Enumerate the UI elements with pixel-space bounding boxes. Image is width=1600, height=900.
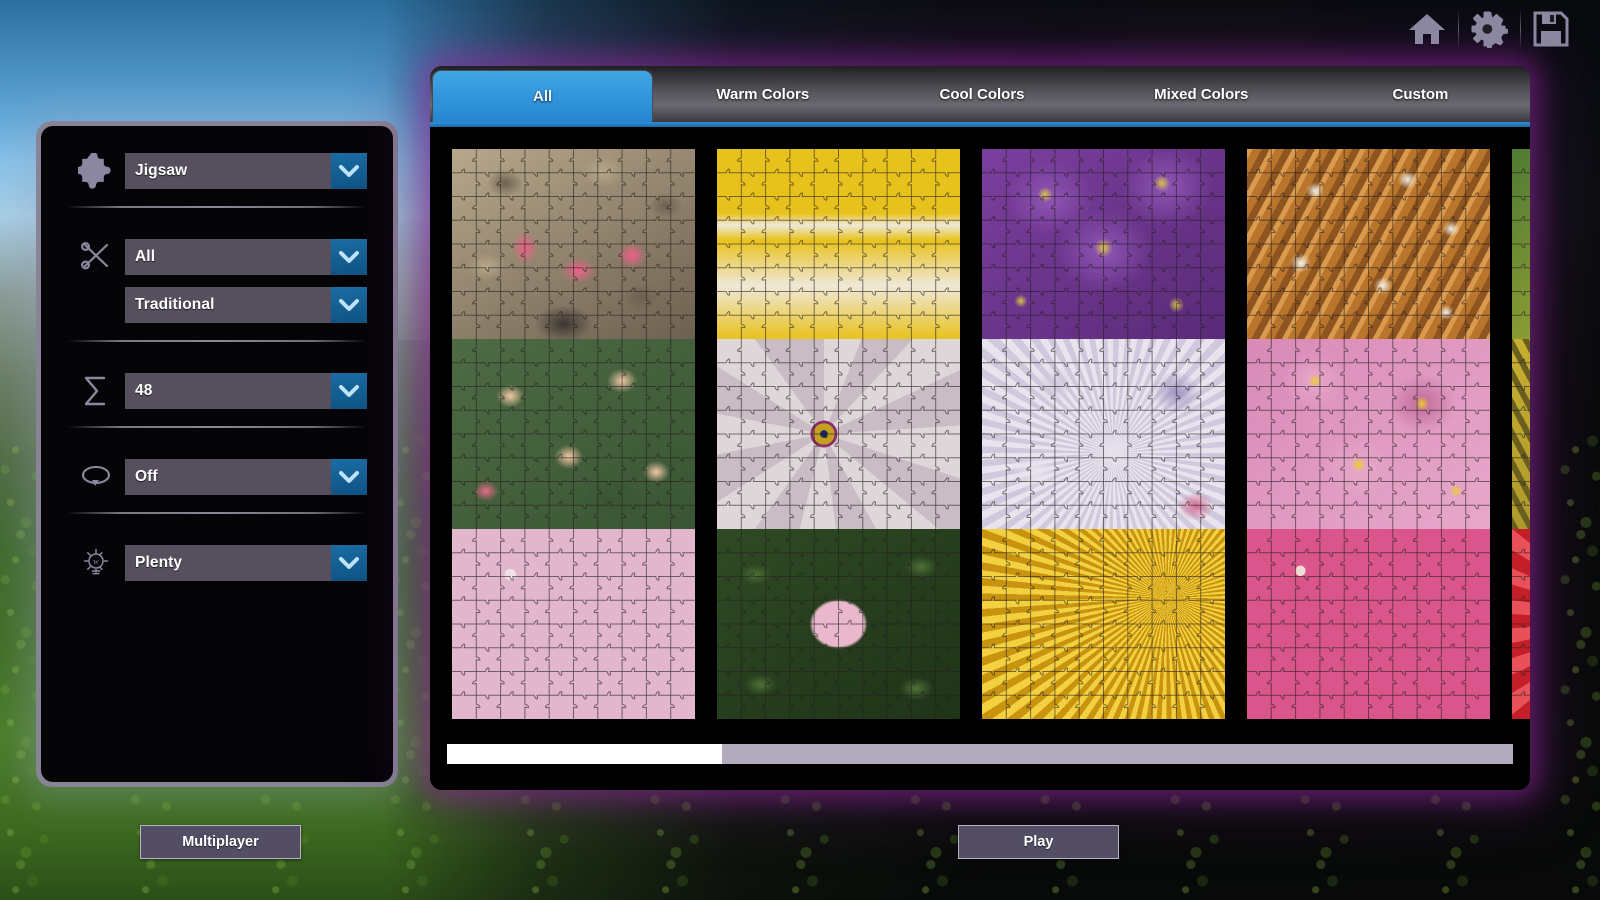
brightness-dropdown[interactable]: Plenty [125, 545, 367, 581]
thumb-osteospermum-daisy[interactable] [717, 339, 960, 529]
chevron-down-icon[interactable] [331, 373, 367, 409]
settings-button[interactable] [1458, 3, 1520, 55]
chevron-down-icon[interactable] [331, 287, 367, 323]
thumbnail-image [717, 529, 960, 719]
thumb-purple-asters[interactable] [982, 149, 1225, 339]
thumbnail-image [452, 149, 695, 339]
thumb-bee-on-sunflower[interactable] [982, 529, 1225, 719]
category-tab-bar: All Warm Colors Cool Colors Mixed Colors Cus… [430, 66, 1530, 122]
thumbnail-image [1247, 529, 1490, 719]
thumb-plumeria-on-leaves[interactable] [452, 339, 695, 529]
setting-group-rotation: Off [67, 446, 367, 496]
save-icon [1532, 10, 1570, 48]
sigma-icon [67, 372, 125, 410]
thumb-pink-peony-green-leaves[interactable] [717, 529, 960, 719]
chevron-down-icon[interactable] [331, 153, 367, 189]
thumbnail-image [1512, 339, 1530, 529]
chevron-down-icon[interactable] [331, 239, 367, 275]
chevron-down-icon[interactable] [331, 545, 367, 581]
tab-label: Warm Colors [716, 86, 809, 103]
settings-panel-inner: Jigsaw [41, 126, 393, 782]
tab-all[interactable]: All [432, 70, 653, 122]
tab-warm-colors[interactable]: Warm Colors [653, 66, 872, 122]
multiplayer-button[interactable]: Multiplayer [140, 825, 301, 859]
settings-divider [67, 340, 367, 342]
tab-label: Cool Colors [940, 86, 1025, 103]
thumb-frangipani-on-pebbles[interactable] [452, 149, 695, 339]
tab-custom[interactable]: Custom [1311, 66, 1530, 122]
setting-group-puzzle-type: Jigsaw [67, 152, 367, 190]
puzzle-type-dropdown[interactable]: Jigsaw [125, 153, 367, 189]
gallery-scroll-area [430, 732, 1530, 790]
thumbnail-image [982, 529, 1225, 719]
thumb-pink-rose-bouquet[interactable] [1247, 529, 1490, 719]
gallery-scrollbar[interactable] [447, 744, 1513, 764]
setting-row: Traditional [67, 286, 367, 324]
thumb-white-blossoms-on-bark[interactable] [1247, 149, 1490, 339]
settings-divider [67, 206, 367, 208]
play-button[interactable]: Play [958, 825, 1119, 859]
setting-group-cut: All Traditional [67, 226, 367, 324]
tab-cool-colors[interactable]: Cool Colors [872, 66, 1091, 122]
thumbnail-image [1512, 529, 1530, 719]
svg-text:w: w [93, 557, 99, 566]
puzzle-piece-icon [67, 152, 125, 190]
thumbnail-image [982, 149, 1225, 339]
save-button[interactable] [1520, 3, 1582, 55]
brightness-value: Plenty [125, 545, 331, 581]
setting-row: Jigsaw [67, 152, 367, 190]
cut-style-value: Traditional [125, 287, 331, 323]
thumbnail-image [982, 339, 1225, 529]
top-toolbar [1396, 0, 1582, 58]
settings-divider [67, 512, 367, 514]
thumbnail-grid-area [430, 127, 1530, 738]
home-icon [1407, 11, 1447, 47]
gallery-scrollbar-thumb[interactable] [447, 744, 722, 764]
thumb-pink-scabiosa-cluster[interactable] [452, 529, 695, 719]
thumb-pink-daisies[interactable] [1247, 339, 1490, 529]
thumbnail-image [1247, 339, 1490, 529]
scissors-icon [67, 238, 125, 276]
settings-panel: Jigsaw [36, 121, 398, 787]
tab-label: Custom [1392, 86, 1448, 103]
thumbnail-image [717, 149, 960, 339]
thumb-white-purple-chrysanthemums[interactable] [982, 339, 1225, 529]
rotation-dropdown[interactable]: Off [125, 459, 367, 495]
tab-mixed-colors[interactable]: Mixed Colors [1092, 66, 1311, 122]
thumbnail-image [1247, 149, 1490, 339]
thumb-red-dahlia[interactable] [1512, 529, 1530, 719]
setting-group-brightness: w Plenty [67, 532, 367, 582]
thumbnail-image [717, 339, 960, 529]
home-button[interactable] [1396, 3, 1458, 55]
rotation-value: Off [125, 459, 331, 495]
thumb-lavender-on-yellow[interactable] [717, 149, 960, 339]
puzzle-type-value: Jigsaw [125, 153, 331, 189]
thumbnail-grid [452, 149, 1530, 719]
tab-label: All [533, 88, 552, 105]
cut-shape-value: All [125, 239, 331, 275]
piece-count-dropdown[interactable]: 48 [125, 373, 367, 409]
game-screen: Jigsaw [0, 0, 1600, 900]
thumbnail-image [452, 529, 695, 719]
settings-divider [67, 426, 367, 428]
gear-icon [1470, 10, 1508, 48]
thumbnail-image [1512, 149, 1530, 339]
setting-row: 48 [67, 372, 367, 410]
setting-group-piece-count: 48 [67, 360, 367, 410]
puzzle-gallery-panel: All Warm Colors Cool Colors Mixed Colors Cus… [430, 66, 1530, 790]
rotation-icon [67, 458, 125, 496]
setting-row: Off [67, 458, 367, 496]
thumb-mixed-bouquet[interactable] [1512, 149, 1530, 339]
setting-row: w Plenty [67, 544, 367, 582]
cut-shape-dropdown[interactable]: All [125, 239, 367, 275]
chevron-down-icon[interactable] [331, 459, 367, 495]
tab-label: Mixed Colors [1154, 86, 1248, 103]
cut-style-dropdown[interactable]: Traditional [125, 287, 367, 323]
setting-row: All [67, 238, 367, 276]
brightness-icon: w [67, 544, 125, 582]
thumb-yellow-wildflowers[interactable] [1512, 339, 1530, 529]
thumbnail-image [452, 339, 695, 529]
piece-count-value: 48 [125, 373, 331, 409]
